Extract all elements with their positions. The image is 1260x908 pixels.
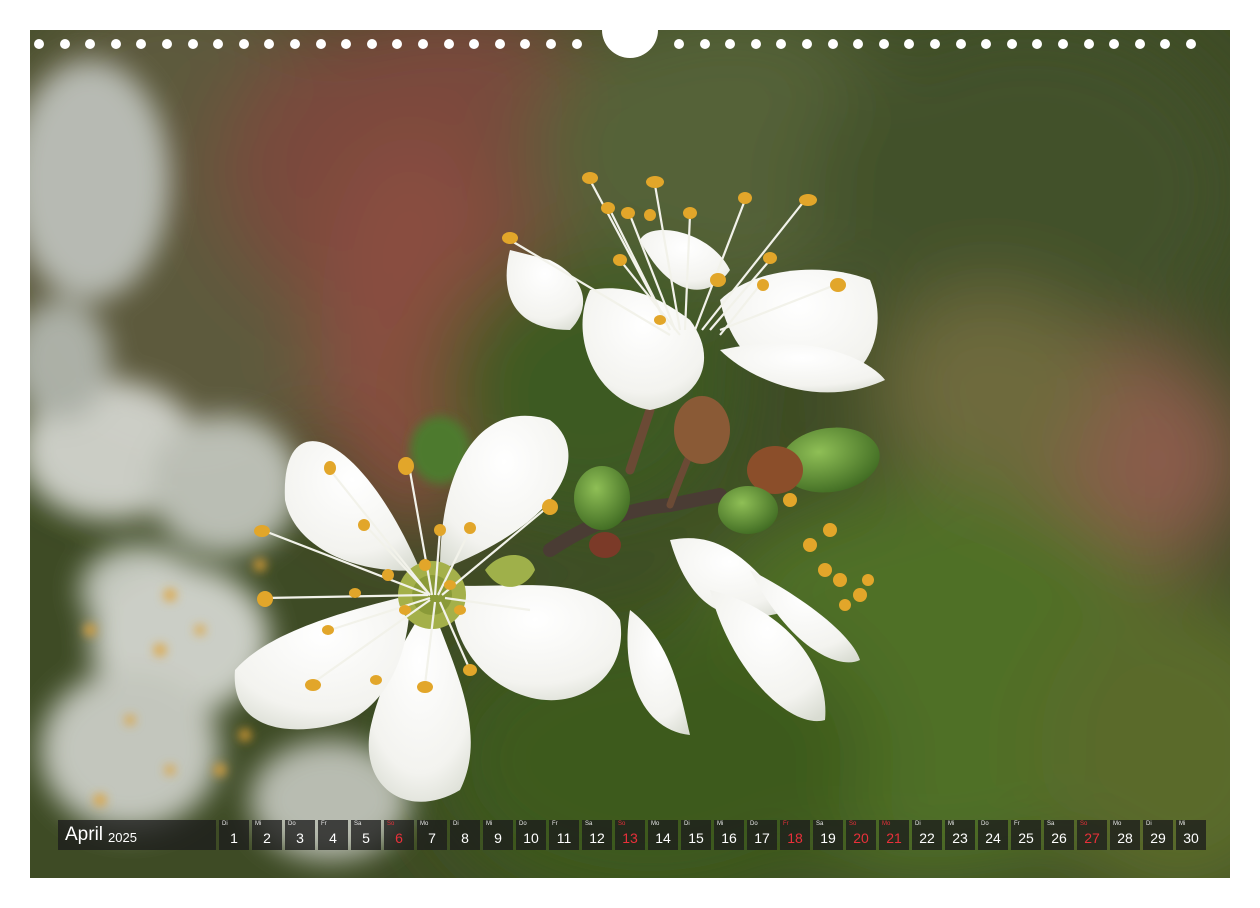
day-cell: Mi 23	[945, 820, 975, 850]
day-number: 30	[1183, 830, 1199, 846]
day-number: 2	[263, 830, 271, 846]
day-number: 10	[523, 830, 539, 846]
day-cell: Di 15	[681, 820, 711, 850]
month-label: April 2025	[58, 820, 216, 850]
weekday-label: Do	[519, 821, 527, 827]
day-number: 17	[754, 830, 770, 846]
day-number: 27	[1084, 830, 1100, 846]
weekday-label: Di	[1146, 821, 1152, 827]
weekday-label: Fr	[552, 821, 558, 827]
day-cell: Di 22	[912, 820, 942, 850]
day-number: 23	[952, 830, 968, 846]
weekday-label: Sa	[585, 821, 593, 827]
day-cell: Mo 21	[879, 820, 909, 850]
day-cell: Sa 26	[1044, 820, 1074, 850]
blossom-photo	[30, 30, 1230, 878]
blossom-illustration	[30, 30, 1230, 878]
day-number: 16	[721, 830, 737, 846]
day-cell: So 27	[1077, 820, 1107, 850]
day-number: 28	[1117, 830, 1133, 846]
weekday-label: Di	[684, 821, 690, 827]
day-number: 4	[329, 830, 337, 846]
weekday-label: Mi	[486, 821, 493, 827]
day-number: 6	[395, 830, 403, 846]
weekday-label: Mo	[882, 821, 891, 827]
weekday-label: Mi	[1179, 821, 1186, 827]
weekday-label: Mo	[651, 821, 660, 827]
day-cell: Mi 16	[714, 820, 744, 850]
day-number: 22	[919, 830, 935, 846]
day-number: 11	[556, 830, 572, 846]
weekday-label: Di	[453, 821, 459, 827]
day-number: 8	[461, 830, 469, 846]
weekday-label: Do	[288, 821, 296, 827]
day-number: 29	[1150, 830, 1166, 846]
day-number: 18	[787, 830, 803, 846]
weekday-label: Do	[981, 821, 989, 827]
day-number: 12	[589, 830, 605, 846]
day-number: 7	[428, 830, 436, 846]
day-cell: Fr 18	[780, 820, 810, 850]
day-number: 21	[886, 830, 902, 846]
day-number: 20	[853, 830, 869, 846]
day-number: 19	[820, 830, 836, 846]
day-number: 15	[688, 830, 704, 846]
day-number: 1	[230, 830, 238, 846]
day-cell: So 6	[384, 820, 414, 850]
day-number: 26	[1051, 830, 1067, 846]
weekday-label: So	[849, 821, 857, 827]
weekday-label: Sa	[1047, 821, 1055, 827]
weekday-label: Fr	[1014, 821, 1020, 827]
calendar-strip: April 2025 Di 1 Mi 2 Do 3 Fr 4 Sa 5 So 6 Mo 7 Di 8 Mi 9 Do…	[58, 820, 1206, 850]
day-cell: Mo 7	[417, 820, 447, 850]
day-cell: Fr 11	[549, 820, 579, 850]
day-cell: Do 24	[978, 820, 1008, 850]
day-cell: Fr 25	[1011, 820, 1041, 850]
day-cell: Di 8	[450, 820, 480, 850]
weekday-label: Di	[915, 821, 921, 827]
day-cell: Do 17	[747, 820, 777, 850]
weekday-label: Di	[222, 821, 228, 827]
month-name: April	[65, 824, 104, 845]
day-cell: Di 29	[1143, 820, 1173, 850]
weekday-label: So	[1080, 821, 1088, 827]
weekday-label: Mo	[1113, 821, 1122, 827]
day-cell: Mi 30	[1176, 820, 1206, 850]
weekday-label: Mi	[255, 821, 262, 827]
day-cell: Fr 4	[318, 820, 348, 850]
day-cell: Di 1	[219, 820, 249, 850]
day-number: 3	[296, 830, 304, 846]
weekday-label: Mi	[948, 821, 955, 827]
month-year: 2025	[108, 829, 137, 845]
day-number: 25	[1018, 830, 1034, 846]
day-cell: So 13	[615, 820, 645, 850]
day-cell: Mi 2	[252, 820, 282, 850]
weekday-label: Fr	[783, 821, 789, 827]
day-number: 24	[985, 830, 1001, 846]
weekday-label: Sa	[816, 821, 824, 827]
day-cell: Mo 28	[1110, 820, 1140, 850]
day-number: 13	[622, 830, 638, 846]
weekday-label: Mi	[717, 821, 724, 827]
weekday-label: So	[618, 821, 626, 827]
day-cell: Sa 19	[813, 820, 843, 850]
day-cell: Do 10	[516, 820, 546, 850]
day-cell: Mo 14	[648, 820, 678, 850]
day-cell: Mi 9	[483, 820, 513, 850]
weekday-label: Do	[750, 821, 758, 827]
weekday-label: Sa	[354, 821, 362, 827]
day-number: 5	[362, 830, 370, 846]
weekday-label: Mo	[420, 821, 429, 827]
day-cells: Di 1 Mi 2 Do 3 Fr 4 Sa 5 So 6 Mo 7 Di 8 Mi 9 Do 10 Fr 11 Sa 12 S…	[219, 820, 1206, 850]
day-cell: Sa 5	[351, 820, 381, 850]
weekday-label: So	[387, 821, 395, 827]
day-cell: Sa 12	[582, 820, 612, 850]
day-cell: So 20	[846, 820, 876, 850]
day-number: 9	[494, 830, 502, 846]
weekday-label: Fr	[321, 821, 327, 827]
day-cell: Do 3	[285, 820, 315, 850]
day-number: 14	[655, 830, 671, 846]
